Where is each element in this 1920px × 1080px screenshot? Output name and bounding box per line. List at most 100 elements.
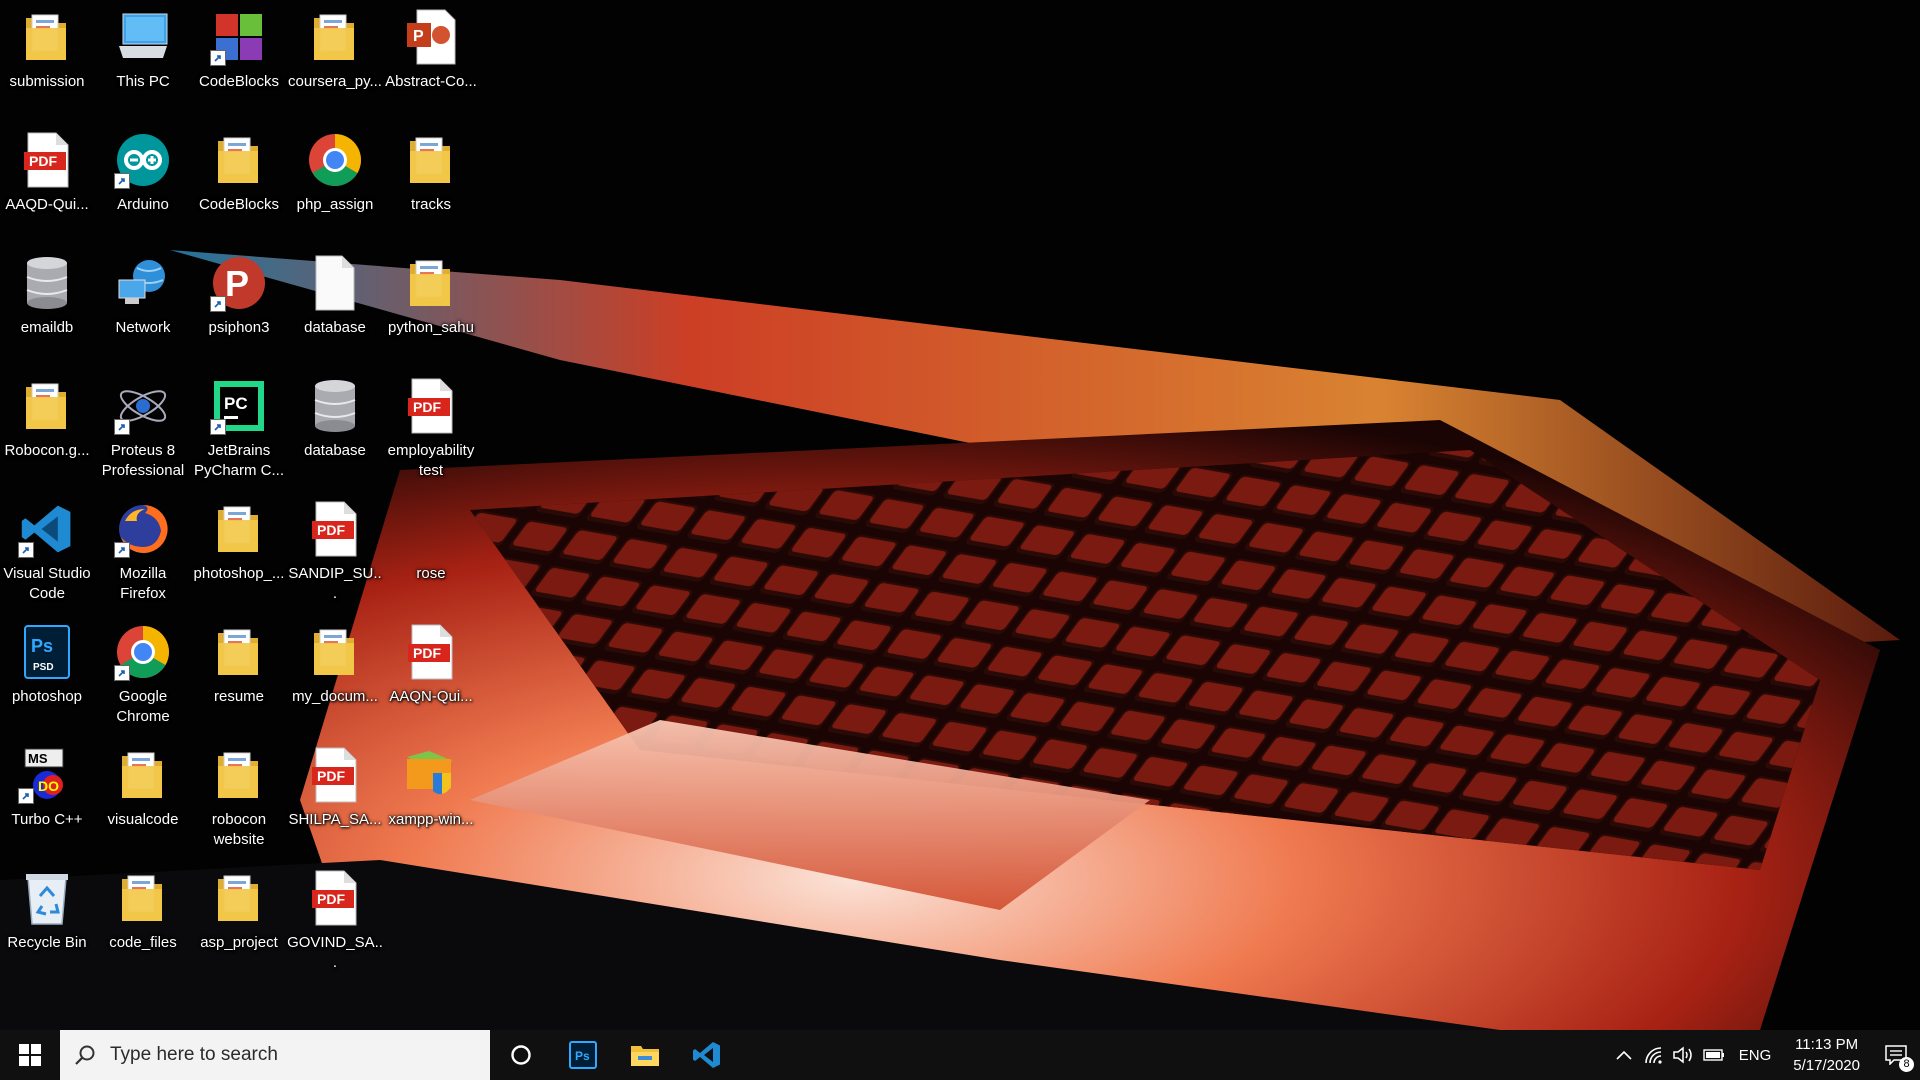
desktop-icon-php-assign[interactable]: php_assign — [287, 123, 383, 243]
svg-text:MS: MS — [28, 751, 48, 766]
desktop-icon-label: employability test — [387, 442, 475, 479]
clock[interactable]: 11:13 PM 5/17/2020 — [1781, 1034, 1872, 1076]
folder-icon — [114, 746, 172, 804]
desktop-icon-proteus-8-professional[interactable]: Proteus 8 Professional — [95, 369, 191, 489]
file-explorer-icon — [631, 1046, 659, 1066]
desktop-icon-sandip-su[interactable]: PDF SANDIP_SU... — [287, 492, 383, 612]
folder-icon — [210, 500, 268, 558]
taskbar-vscode[interactable] — [676, 1030, 738, 1080]
desktop-icon-label: tracks — [410, 196, 451, 213]
shortcut-arrow-icon — [114, 665, 130, 681]
start-button[interactable] — [0, 1030, 60, 1080]
desktop-icon-rose[interactable]: rose — [383, 492, 479, 612]
desktop-icon-code-files[interactable]: code_files — [95, 861, 191, 981]
desktop-icon-shilpa-sa[interactable]: PDF SHILPA_SA... — [287, 738, 383, 858]
desktop-icon-label: rose — [416, 565, 446, 582]
desktop-icon-codeblocks[interactable]: CodeBlocks — [191, 123, 287, 243]
desktop-icon-aaqd-qui[interactable]: PDF AAQD-Qui... — [0, 123, 95, 243]
desktop-icon-label: AAQD-Qui... — [5, 196, 89, 213]
desktop-icon-emaildb[interactable]: emaildb — [0, 246, 95, 366]
desktop-icon-label: CodeBlocks — [198, 73, 280, 90]
volume-tray-button[interactable] — [1669, 1030, 1699, 1080]
pdf-icon: PDF — [306, 746, 364, 804]
desktop-icon-label: code_files — [109, 934, 177, 951]
show-hidden-icons-button[interactable] — [1609, 1030, 1639, 1080]
desktop-icon-label: Visual Studio Code — [3, 565, 91, 602]
pdf-icon: PDF — [402, 377, 460, 435]
desktop-icon-robocon-website[interactable]: robocon website — [191, 738, 287, 858]
svg-text:Ps: Ps — [575, 1049, 590, 1063]
network-tray-button[interactable] — [1639, 1030, 1669, 1080]
search-placeholder: Type here to search — [110, 1044, 278, 1065]
wifi-icon — [1644, 1047, 1662, 1064]
pdf-icon: PDF — [402, 623, 460, 681]
desktop-icon-label: psiphon3 — [208, 319, 270, 336]
desktop-icon-database[interactable]: database — [287, 246, 383, 366]
desktop-icon-this-pc[interactable]: This PC — [95, 0, 191, 120]
desktop-icon-aaqn-qui[interactable]: PDF AAQN-Qui... — [383, 615, 479, 735]
desktop-icon-photoshop[interactable]: photoshop_... — [191, 492, 287, 612]
desktop-icon-xampp-win[interactable]: xampp-win... — [383, 738, 479, 858]
desktop-icon-arduino[interactable]: Arduino — [95, 123, 191, 243]
action-center-button[interactable]: 8 — [1872, 1030, 1920, 1080]
desktop-icon-recycle-bin[interactable]: Recycle Bin — [0, 861, 95, 981]
desktop-icon-codeblocks[interactable]: CodeBlocks — [191, 0, 287, 120]
desktop-icon-robocon-g[interactable]: Robocon.g... — [0, 369, 95, 489]
xampp-installer-icon — [402, 746, 460, 804]
svg-text:PDF: PDF — [29, 153, 57, 169]
desktop-icon-label: submission — [9, 73, 85, 90]
folder-icon — [402, 254, 460, 312]
desktop-icon-label: Turbo C++ — [11, 811, 83, 828]
desktop-icon-visualcode[interactable]: visualcode — [95, 738, 191, 858]
desktop-icon-govind-sa[interactable]: PDF GOVIND_SA... — [287, 861, 383, 981]
shortcut-arrow-icon — [114, 419, 130, 435]
powerpoint-icon: P — [402, 8, 460, 66]
desktop-icon-network[interactable]: Network — [95, 246, 191, 366]
desktop-icon-jetbrains-pycharm-c[interactable]: PC JetBrains PyCharm C... — [191, 369, 287, 489]
desktop-icon-abstract-co[interactable]: P Abstract-Co... — [383, 0, 479, 120]
desktop-icon-my-docum[interactable]: my_docum... — [287, 615, 383, 735]
desktop-icon-database[interactable]: database — [287, 369, 383, 489]
desktop-icon-google-chrome[interactable]: Google Chrome — [95, 615, 191, 735]
folder-icon — [210, 746, 268, 804]
svg-text:PSD: PSD — [33, 662, 54, 673]
desktop-icon-visual-studio-code[interactable]: Visual Studio Code — [0, 492, 95, 612]
taskbar-search-box[interactable]: Type here to search — [60, 1030, 490, 1080]
taskbar-photoshop[interactable]: Ps — [552, 1030, 614, 1080]
desktop-icon-label: python_sahu — [388, 319, 474, 336]
desktop-icon-mozilla-firefox[interactable]: Mozilla Firefox — [95, 492, 191, 612]
desktop-icon-label: Network — [115, 319, 171, 336]
folder-icon — [18, 8, 76, 66]
search-icon — [75, 1045, 95, 1065]
taskbar-file-explorer[interactable] — [614, 1030, 676, 1080]
desktop-icon-psiphon3[interactable]: P psiphon3 — [191, 246, 287, 366]
shortcut-arrow-icon — [114, 173, 130, 189]
battery-tray-button[interactable] — [1699, 1030, 1729, 1080]
desktop-icon-label: AAQN-Qui... — [389, 688, 473, 705]
chrome-icon — [114, 623, 172, 681]
chrome-icon — [306, 131, 364, 189]
desktop-icon-coursera-py[interactable]: coursera_py... — [287, 0, 383, 120]
desktop-icon-label: emaildb — [20, 319, 74, 336]
desktop-icon-employability-test[interactable]: PDF employability test — [383, 369, 479, 489]
desktop-icon-label: php_assign — [296, 196, 374, 213]
desktop-icon-label: Proteus 8 Professional — [101, 442, 185, 479]
folder-icon — [402, 131, 460, 189]
cortana-button[interactable] — [490, 1030, 552, 1080]
desktop-icon-photoshop[interactable]: Ps PSD photoshop — [0, 615, 95, 735]
desktop-icon-python-sahu[interactable]: python_sahu — [383, 246, 479, 366]
desktop-icon-resume[interactable]: resume — [191, 615, 287, 735]
desktop-icon-label: SANDIP_SU... — [288, 565, 382, 602]
desktop-icon-tracks[interactable]: tracks — [383, 123, 479, 243]
taskbar: Type here to search Ps ENG 11:13 PM 5/17… — [0, 1030, 1920, 1080]
desktop-icon-label: database — [304, 319, 366, 336]
battery-icon — [1703, 1049, 1724, 1061]
desktop-icon-asp-project[interactable]: asp_project — [191, 861, 287, 981]
cortana-icon — [511, 1045, 531, 1065]
svg-text:PDF: PDF — [413, 399, 441, 415]
desktop-icon-submission[interactable]: submission — [0, 0, 95, 120]
folder-icon — [18, 377, 76, 435]
blank-file-icon — [306, 254, 364, 312]
desktop-icon-turbo-c[interactable]: MS DO Turbo C++ — [0, 738, 95, 858]
input-language[interactable]: ENG — [1729, 1047, 1782, 1064]
